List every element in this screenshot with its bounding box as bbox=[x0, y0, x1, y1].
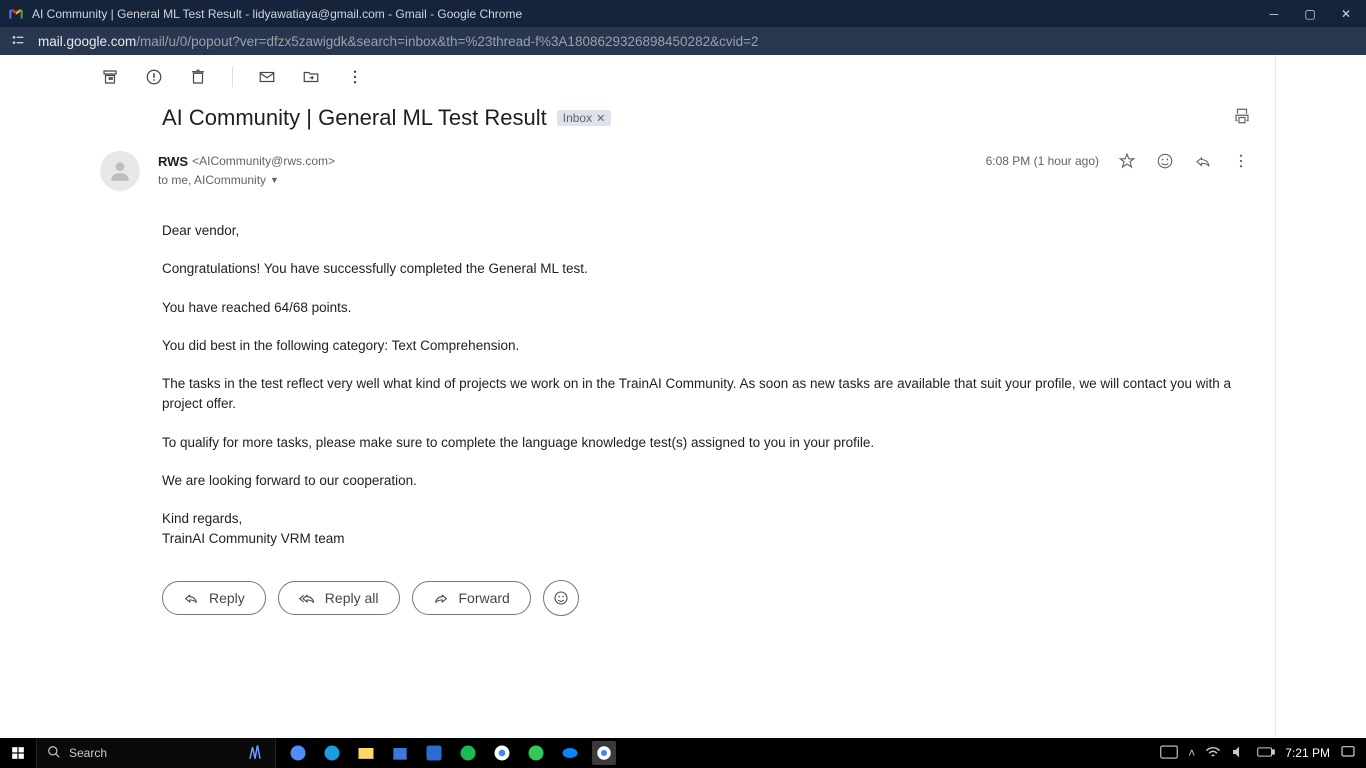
email-timestamp: 6:08 PM (1 hour ago) bbox=[986, 154, 1099, 168]
taskbar-apps bbox=[276, 738, 626, 768]
emoji-react-button[interactable] bbox=[543, 580, 579, 616]
reply-all-button-label: Reply all bbox=[325, 590, 379, 606]
taskbar-app-blue[interactable] bbox=[558, 741, 582, 765]
system-tray: ˄ 7:21 PM bbox=[1150, 738, 1366, 768]
body-p5: The tasks in the test reflect very well … bbox=[162, 374, 1251, 415]
taskbar-app-green[interactable] bbox=[524, 741, 548, 765]
site-controls-icon[interactable] bbox=[10, 32, 26, 51]
tray-clock[interactable]: 7:21 PM bbox=[1285, 746, 1330, 760]
forward-button[interactable]: Forward bbox=[412, 581, 531, 615]
move-to-icon[interactable] bbox=[301, 67, 321, 87]
archive-icon[interactable] bbox=[100, 67, 120, 87]
body-p7: We are looking forward to our cooperatio… bbox=[162, 471, 1251, 491]
label-chip-text: Inbox bbox=[563, 111, 592, 125]
tray-notifications-icon[interactable] bbox=[1340, 744, 1356, 763]
start-button[interactable] bbox=[0, 738, 36, 768]
label-chip[interactable]: Inbox ✕ bbox=[557, 110, 612, 126]
more-vert-icon[interactable] bbox=[1231, 151, 1251, 171]
close-button[interactable]: ✕ bbox=[1338, 7, 1354, 21]
chrome-addressbar: mail.google.com/mail/u/0/popout?ver=dfzx… bbox=[0, 27, 1366, 55]
url-domain: mail.google.com bbox=[38, 34, 136, 49]
search-icon bbox=[47, 745, 61, 762]
star-icon[interactable] bbox=[1117, 151, 1137, 171]
window-title: AI Community | General ML Test Result - … bbox=[32, 7, 1266, 21]
url-text[interactable]: mail.google.com/mail/u/0/popout?ver=dfzx… bbox=[38, 34, 759, 49]
reply-all-button[interactable]: Reply all bbox=[278, 581, 400, 615]
taskbar-app-chrome-active[interactable] bbox=[592, 741, 616, 765]
body-signoff: Kind regards, bbox=[162, 511, 242, 526]
body-p2: Congratulations! You have successfully c… bbox=[162, 259, 1251, 279]
tray-volume-icon[interactable] bbox=[1231, 745, 1247, 762]
body-p6: To qualify for more tasks, please make s… bbox=[162, 433, 1251, 453]
tray-battery-icon[interactable] bbox=[1257, 746, 1275, 761]
chrome-titlebar: AI Community | General ML Test Result - … bbox=[0, 0, 1366, 27]
reply-button-label: Reply bbox=[209, 590, 245, 606]
taskbar-app-copilot[interactable] bbox=[286, 741, 310, 765]
body-signature: TrainAI Community VRM team bbox=[162, 531, 345, 546]
avatar[interactable] bbox=[100, 151, 140, 191]
delete-icon[interactable] bbox=[188, 67, 208, 87]
subject-row: AI Community | General ML Test Result In… bbox=[76, 93, 1275, 137]
toolbar-separator bbox=[232, 67, 233, 87]
sender-name: RWS bbox=[158, 154, 188, 169]
taskbar-app-edge[interactable] bbox=[320, 741, 344, 765]
taskbar-app-explorer[interactable] bbox=[354, 741, 378, 765]
body-p4: You did best in the following category: … bbox=[162, 336, 1251, 356]
taskbar-search-placeholder: Search bbox=[69, 746, 107, 760]
taskbar-search[interactable]: Search bbox=[36, 738, 276, 768]
emoji-react-icon[interactable] bbox=[1155, 151, 1175, 171]
reply-actions-row: Reply Reply all Forward bbox=[76, 550, 1275, 616]
url-path: /mail/u/0/popout?ver=dfzx5zawigdk&search… bbox=[136, 34, 758, 49]
body-p3: You have reached 64/68 points. bbox=[162, 298, 1251, 318]
taskbar-app-spotify[interactable] bbox=[456, 741, 480, 765]
email-toolbar bbox=[76, 55, 1275, 93]
sender-email: <AICommunity@rws.com> bbox=[192, 154, 335, 168]
tray-keyboard-icon[interactable] bbox=[1160, 745, 1178, 762]
windows-taskbar: Search ˄ 7:21 PM bbox=[0, 738, 1366, 768]
body-p1: Dear vendor, bbox=[162, 221, 1251, 241]
more-icon[interactable] bbox=[345, 67, 365, 87]
taskbar-app-chrome-1[interactable] bbox=[490, 741, 514, 765]
tray-wifi-icon[interactable] bbox=[1205, 745, 1221, 762]
sender-block: RWS <AICommunity@rws.com> 6:08 PM (1 hou… bbox=[76, 137, 1275, 191]
gmail-favicon bbox=[8, 6, 24, 22]
taskbar-app-store[interactable] bbox=[388, 741, 412, 765]
taskbar-app-trello[interactable] bbox=[422, 741, 446, 765]
email-body: Dear vendor, Congratulations! You have s… bbox=[76, 191, 1275, 550]
recipients-line: to me, AICommunity bbox=[158, 173, 266, 187]
maximize-button[interactable]: ▢ bbox=[1302, 7, 1318, 21]
reply-icon[interactable] bbox=[1193, 151, 1213, 171]
search-accent-icon bbox=[245, 742, 265, 765]
forward-button-label: Forward bbox=[459, 590, 510, 606]
reply-button[interactable]: Reply bbox=[162, 581, 266, 615]
label-chip-remove-icon[interactable]: ✕ bbox=[596, 112, 605, 125]
email-subject: AI Community | General ML Test Result bbox=[162, 105, 547, 131]
sender-info: RWS <AICommunity@rws.com> 6:08 PM (1 hou… bbox=[158, 151, 1251, 191]
mark-unread-icon[interactable] bbox=[257, 67, 277, 87]
content-area: AI Community | General ML Test Result In… bbox=[0, 55, 1366, 738]
show-details-icon[interactable]: ▼ bbox=[270, 175, 279, 185]
tray-chevron-icon[interactable]: ˄ bbox=[1188, 746, 1195, 760]
report-spam-icon[interactable] bbox=[144, 67, 164, 87]
email-pane: AI Community | General ML Test Result In… bbox=[76, 55, 1276, 738]
minimize-button[interactable]: ─ bbox=[1266, 7, 1282, 21]
print-icon[interactable] bbox=[1233, 107, 1251, 130]
